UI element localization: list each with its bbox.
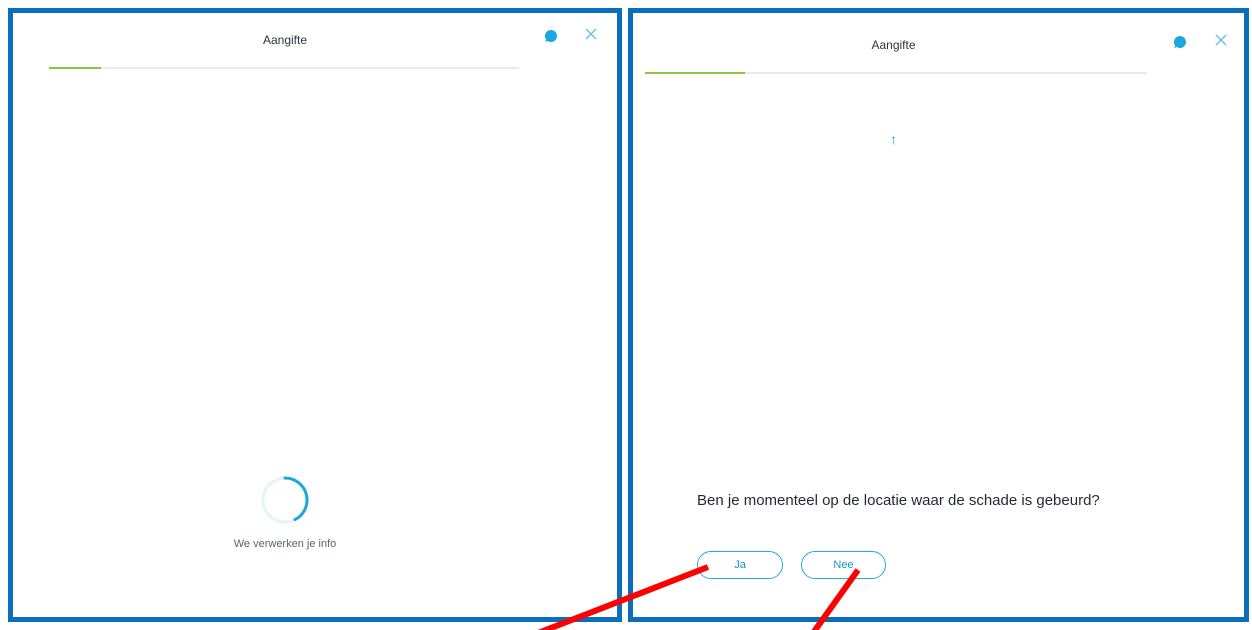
progress-bar — [49, 67, 519, 69]
close-icon[interactable] — [1214, 33, 1228, 47]
dialog-title: Aangifte — [262, 33, 308, 47]
answer-no-button[interactable]: Nee — [801, 551, 886, 579]
right-panel: Aangifte ↑ Ben je momenteel op de locati… — [628, 8, 1249, 622]
chat-icon[interactable] — [544, 29, 558, 43]
dialog-title: Aangifte — [871, 38, 916, 52]
loading-message: We verwerken je info — [233, 538, 337, 550]
progress-fill — [645, 72, 746, 74]
answer-yes-button[interactable]: Ja — [697, 551, 783, 579]
left-panel: Aangifte We verwerken je info — [8, 8, 622, 622]
up-arrow-icon[interactable]: ↑ — [633, 131, 1244, 147]
chat-icon[interactable] — [1173, 35, 1187, 49]
question-text: Ben je momenteel op de locatie waar de s… — [697, 492, 1100, 509]
loading-spinner — [261, 476, 309, 524]
progress-bar — [645, 72, 1147, 74]
progress-fill — [49, 67, 101, 69]
close-icon[interactable] — [584, 27, 598, 41]
